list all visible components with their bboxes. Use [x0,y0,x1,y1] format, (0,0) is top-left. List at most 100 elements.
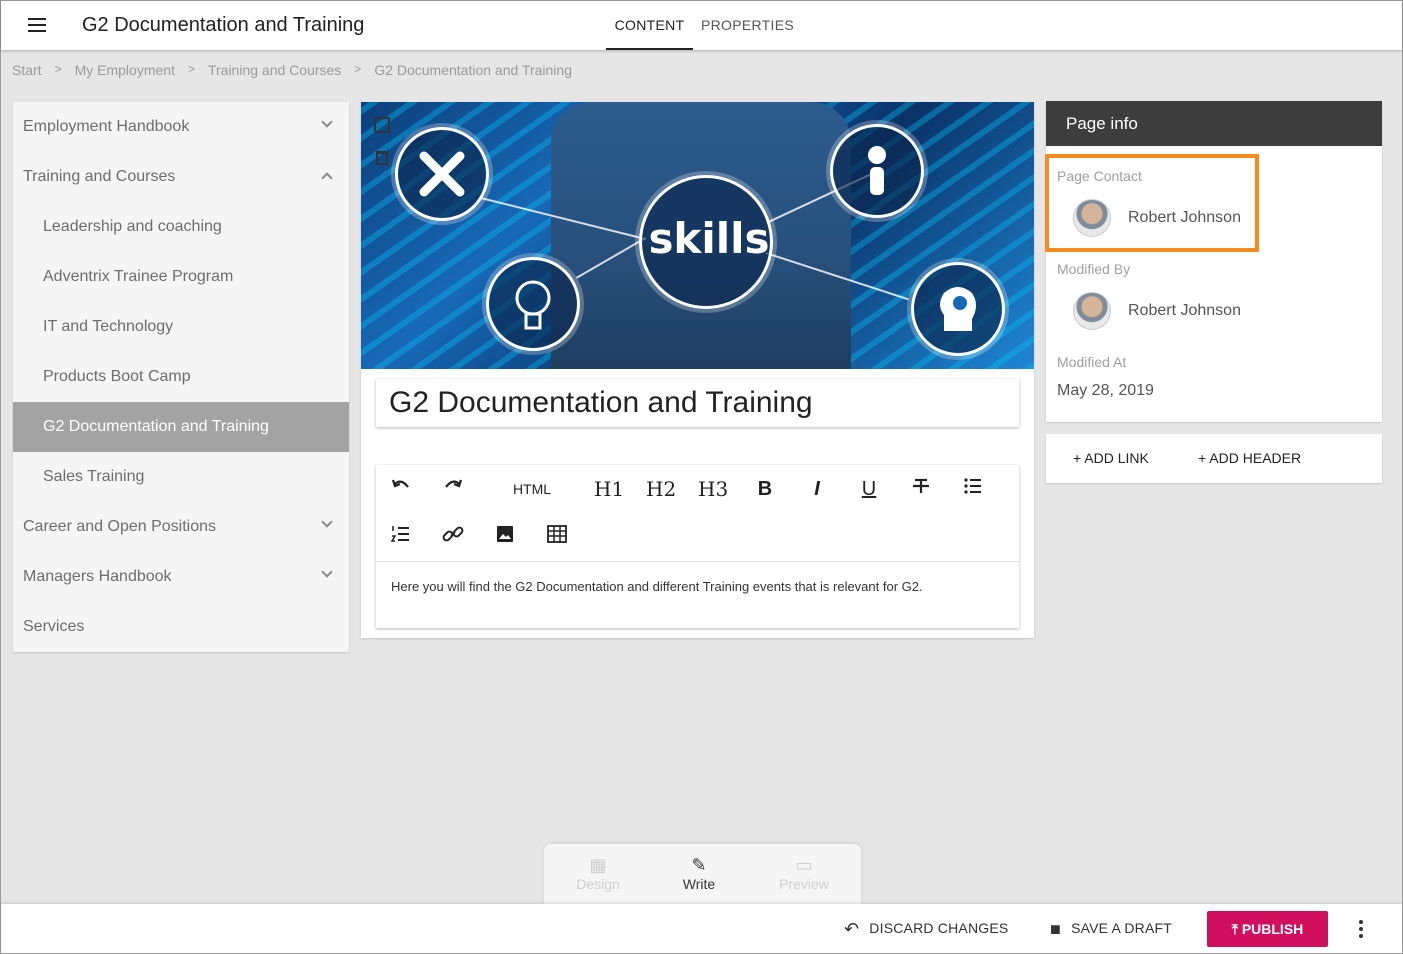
sidebar-item-label: Sales Training [43,468,145,485]
mode-write[interactable]: ✎ Write [659,854,739,892]
redo-icon[interactable] [438,474,468,504]
delete-image-icon[interactable] [376,151,388,165]
sidebar-item-label: Training and Courses [23,168,176,185]
chevron-up-icon[interactable] [321,172,333,184]
pencil-icon: ✎ [691,855,707,875]
modified-at-label: Modified At [1057,354,1127,370]
tab-content[interactable]: CONTENT [606,1,693,50]
publish-button[interactable]: ⤒ PUBLISH [1207,911,1328,947]
bullet-list-icon[interactable] [958,474,988,504]
mode-design[interactable]: ▦ Design [558,854,638,892]
modified-at-date: May 28, 2019 [1057,382,1154,399]
undo-icon: ↶ [844,918,860,939]
page-contact-highlight [1045,154,1259,252]
sidebar-item-managers-handbook[interactable]: Managers Handbook [13,552,349,602]
hero-image[interactable]: skills [361,102,1034,369]
numbered-list-icon[interactable] [386,522,416,552]
sidebar-item-products-boot-camp[interactable]: Products Boot Camp [13,352,349,402]
chevron-right-icon: > [54,62,62,76]
modified-by-name[interactable]: Robert Johnson [1128,302,1241,320]
avatar [1073,292,1111,330]
devices-icon: ▭ [795,855,813,875]
edit-image-icon[interactable] [374,117,390,133]
sidebar-item-employment-handbook[interactable]: Employment Handbook [13,102,349,152]
strikethrough-icon[interactable] [906,474,936,504]
page-info-heading: Page info [1046,101,1382,146]
sidebar-nav: Employment Handbook Training and Courses… [13,102,349,652]
sidebar-item-label: Leadership and coaching [43,218,222,235]
mode-preview[interactable]: ▭ Preview [764,854,844,892]
links-panel: + ADD LINK + ADD HEADER [1046,434,1382,483]
mode-design-label: Design [576,876,620,892]
save-draft-label: SAVE A DRAFT [1071,920,1173,936]
page-title: G2 Documentation and Training [82,14,365,36]
sidebar-item-training-and-courses[interactable]: Training and Courses [13,152,349,202]
design-layout-icon: ▦ [589,855,607,875]
bottom-action-bar: ↶ DISCARD CHANGES ■ SAVE A DRAFT ⤒ PUBLISH [1,904,1402,953]
chevron-down-icon[interactable] [321,516,333,528]
content-card: skills G2 Documentation and Training HTM… [361,102,1034,638]
breadcrumb: Start > My Employment > Training and Cou… [12,62,572,78]
chevron-down-icon[interactable] [321,116,333,128]
add-header-button[interactable]: + ADD HEADER [1198,450,1301,466]
sidebar-item-label: Managers Handbook [23,568,172,585]
save-draft-button[interactable]: ■ SAVE A DRAFT [1050,904,1172,953]
page-title-field[interactable]: G2 Documentation and Training [376,379,1019,427]
sidebar-item-label: Products Boot Camp [43,368,191,385]
editor-divider [376,561,1019,562]
sidebar-item-career-and-open-positions[interactable]: Career and Open Positions [13,502,349,552]
h3-button[interactable]: H3 [698,474,728,504]
sidebar-item-it-and-technology[interactable]: IT and Technology [13,302,349,352]
breadcrumb-current: G2 Documentation and Training [374,62,572,78]
h1-button[interactable]: H1 [594,474,624,504]
html-button[interactable]: HTML [507,474,557,504]
chevron-right-icon: > [187,62,195,76]
italic-button[interactable]: I [802,474,832,504]
sidebar-item-adventrix-trainee-program[interactable]: Adventrix Trainee Program [13,252,349,302]
mode-switcher: ▦ Design ✎ Write ▭ Preview [544,844,861,904]
page-title-text[interactable]: G2 Documentation and Training [389,386,813,420]
chevron-right-icon: > [354,62,362,76]
head-gears-circle-icon [911,262,1005,356]
h2-button[interactable]: H2 [646,474,676,504]
mode-preview-label: Preview [779,876,829,892]
sidebar-item-g2-documentation[interactable]: G2 Documentation and Training [13,402,349,452]
sidebar-item-label: IT and Technology [43,318,174,335]
image-icon[interactable] [490,522,520,552]
sidebar-item-services[interactable]: Services [13,602,349,652]
more-options-icon[interactable] [1353,918,1369,940]
publish-upload-icon: ⤒ [1231,921,1238,937]
tab-properties[interactable]: PROPERTIES [701,1,794,50]
modified-by-label: Modified By [1057,261,1131,277]
undo-icon[interactable] [386,474,416,504]
sidebar-item-label: Services [23,618,85,635]
sidebar-item-leadership-and-coaching[interactable]: Leadership and coaching [13,202,349,252]
table-icon[interactable] [542,522,572,552]
breadcrumb-training-and-courses[interactable]: Training and Courses [208,62,341,78]
link-icon[interactable] [438,522,468,552]
sidebar-item-label: G2 Documentation and Training [43,418,269,435]
discard-changes-label: DISCARD CHANGES [869,920,1009,936]
underline-button[interactable]: U [854,474,884,504]
add-link-button[interactable]: + ADD LINK [1073,450,1149,466]
chevron-down-icon[interactable] [321,566,333,578]
bold-button[interactable]: B [750,474,780,504]
floppy-disk-icon: ■ [1050,918,1062,939]
publish-label: PUBLISH [1241,921,1304,937]
mode-write-label: Write [682,876,716,892]
person-circle-icon [830,124,924,218]
sidebar-item-label: Employment Handbook [23,118,190,135]
tools-circle-icon [395,127,489,221]
breadcrumb-my-employment[interactable]: My Employment [75,62,175,78]
sidebar-item-label: Career and Open Positions [23,518,216,535]
top-bar: G2 Documentation and Training CONTENT PR… [1,1,1402,50]
breadcrumb-start[interactable]: Start [12,62,42,78]
hero-skills-text: skills [648,214,770,263]
sidebar-item-label: Adventrix Trainee Program [43,268,234,285]
page-info-panel: Page info Page Contact Robert Johnson Mo… [1046,101,1382,422]
rich-text-editor: HTML H1 H2 H3 B I U Here you will find t… [376,465,1019,628]
discard-changes-button[interactable]: ↶ DISCARD CHANGES [844,904,1008,953]
sidebar-item-sales-training[interactable]: Sales Training [13,452,349,502]
hamburger-menu-icon[interactable] [23,13,51,39]
editor-body-text[interactable]: Here you will find the G2 Documentation … [391,579,923,594]
